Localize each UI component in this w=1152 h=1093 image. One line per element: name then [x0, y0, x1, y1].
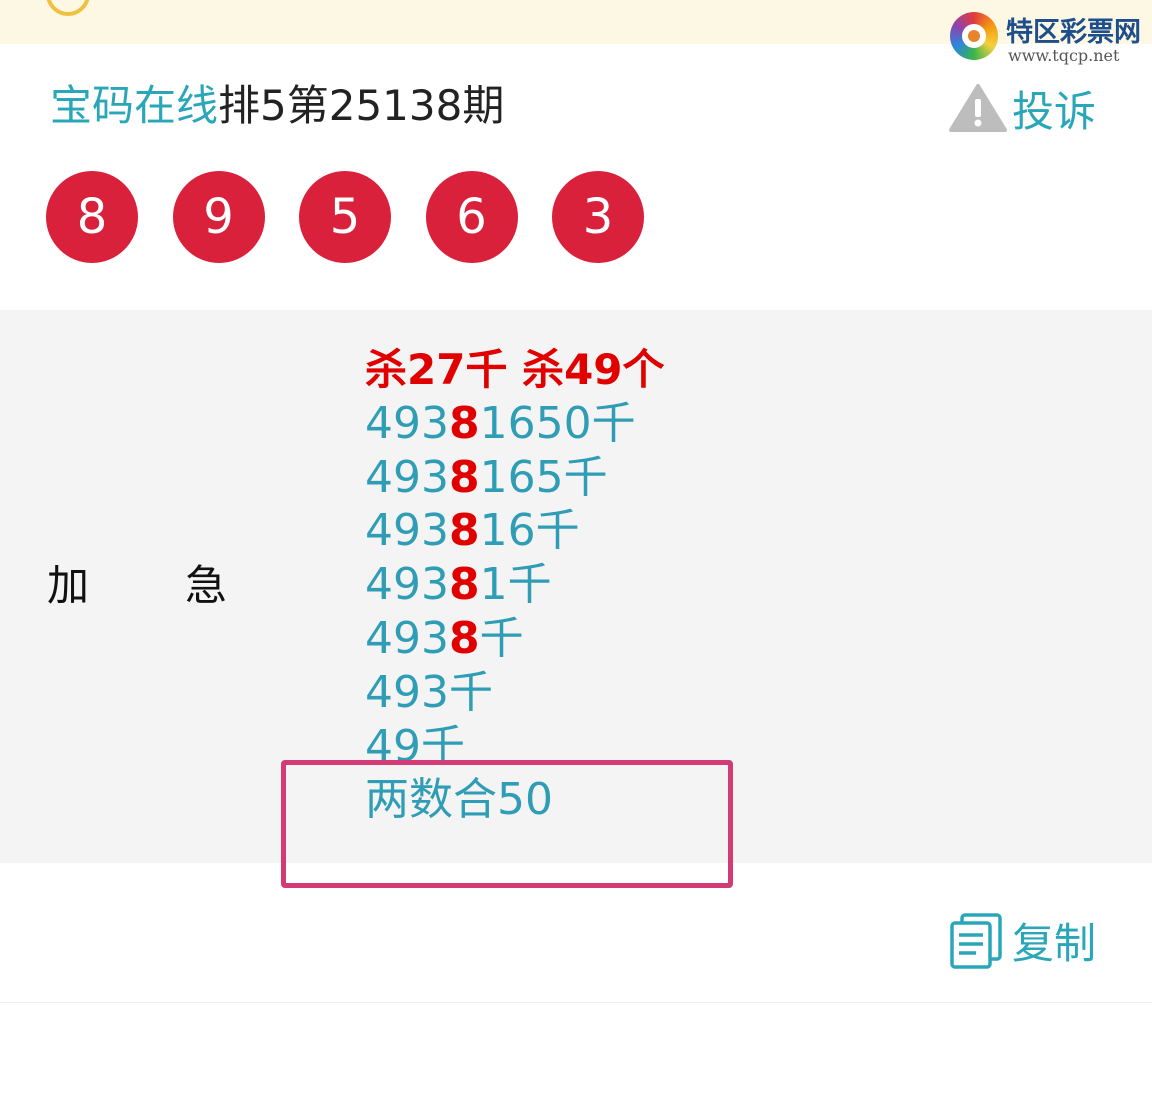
row-highlight: 8	[448, 559, 480, 611]
prediction-row: 493816千	[365, 504, 665, 558]
draw-numbers: 8 9 5 6 3	[46, 171, 679, 263]
site-logo-icon	[950, 12, 998, 60]
number-ball: 6	[425, 171, 518, 263]
row-prefix: 493	[365, 505, 449, 557]
row-highlight: 8	[448, 397, 480, 449]
row-suffix: 1650千	[479, 397, 636, 449]
prediction-row: 493千	[365, 666, 665, 720]
number-ball: 8	[46, 171, 138, 263]
watermark-title: 特区彩票网	[1006, 17, 1141, 48]
category-label-left: 加	[47, 561, 90, 610]
row-highlight: 8	[448, 505, 480, 557]
row-prefix: 493	[365, 612, 449, 664]
row-prefix: 493	[365, 451, 449, 503]
prediction-row: 4938165千	[365, 451, 665, 505]
issue-number: 排5第25138期	[218, 81, 505, 130]
highlight-box	[281, 760, 733, 888]
copy-button[interactable]: 复制	[948, 910, 1096, 970]
complain-label: 投诉	[1012, 86, 1097, 136]
number-ball: 3	[552, 171, 644, 263]
prediction-row: 49381千	[365, 558, 665, 612]
prediction-list: 杀27千 杀49个 49381650千 4938165千 493816千 493…	[365, 343, 665, 827]
row-prefix: 493	[365, 559, 449, 611]
category-label-right: 急	[185, 561, 228, 610]
warning-icon	[949, 84, 1007, 132]
row-highlight: 8	[448, 451, 480, 503]
row-suffix: 千	[479, 612, 524, 664]
brand-name[interactable]: 宝码在线	[50, 81, 218, 130]
number-ball: 9	[172, 171, 265, 263]
page-title: 宝码在线排5第25138期	[50, 78, 504, 134]
site-watermark: 特区彩票网 www.tqcp.net	[948, 8, 1148, 68]
row-suffix: 16千	[479, 505, 580, 557]
watermark-url: www.tqcp.net	[1008, 46, 1120, 65]
row-highlight: 8	[448, 612, 480, 664]
number-ball: 5	[299, 171, 391, 263]
row-prefix: 493	[365, 397, 449, 449]
prediction-row: 4938千	[365, 612, 665, 666]
row-suffix: 1千	[479, 559, 552, 611]
complain-button[interactable]: 投诉	[948, 80, 1096, 136]
notice-icon	[46, 0, 90, 16]
divider	[0, 1002, 1152, 1003]
copy-label: 复制	[1012, 918, 1097, 968]
prediction-row: 49381650千	[365, 397, 665, 451]
copy-icon	[950, 913, 1002, 969]
row-suffix: 165千	[479, 451, 608, 503]
row-prefix: 493千	[365, 666, 493, 718]
prediction-headline: 杀27千 杀49个	[365, 345, 665, 394]
